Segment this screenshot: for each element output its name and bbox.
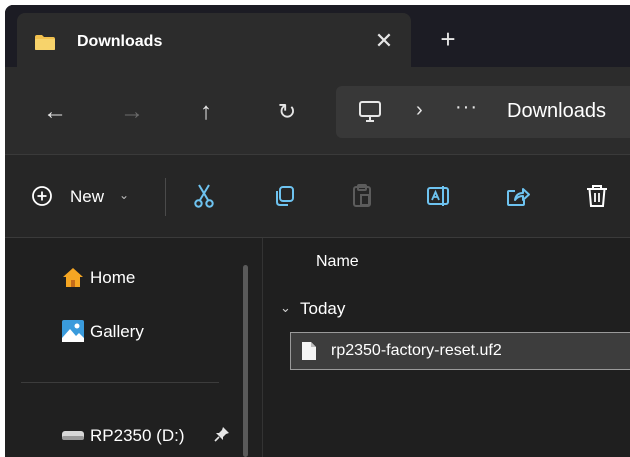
close-tab-icon[interactable]: ✕ (371, 28, 397, 54)
cut-icon[interactable] (191, 183, 217, 209)
sidebar-item-label: Gallery (90, 322, 144, 341)
file-row[interactable]: rp2350-factory-reset.uf2 (290, 332, 630, 370)
breadcrumb-separator-icon[interactable]: › (416, 99, 423, 122)
chevron-down-icon[interactable]: ⌄ (280, 300, 291, 316)
refresh-button[interactable]: ↻ (272, 97, 302, 127)
pane-separator (21, 382, 219, 383)
drive-icon (62, 431, 84, 440)
folder-icon (35, 35, 55, 50)
file-explorer-window: Downloads ✕ + ← → ↑ ↻ › ··· Downloads Ne… (5, 5, 630, 457)
sidebar-item-label: RP2350 (D:) (90, 426, 185, 445)
breadcrumb-downloads[interactable]: Downloads (507, 100, 606, 123)
computer-icon[interactable] (357, 99, 383, 125)
copy-icon[interactable] (271, 183, 297, 209)
command-divider (165, 178, 166, 216)
address-bar[interactable]: › ··· Downloads (336, 86, 630, 138)
pane-scrollbar[interactable] (243, 265, 248, 457)
paste-icon[interactable] (349, 183, 375, 209)
navigation-pane: Home Gallery RP2350 (D:) (5, 238, 262, 457)
column-header-name[interactable]: Name (316, 253, 359, 271)
new-tab-button[interactable]: + (435, 26, 461, 52)
rename-icon[interactable] (426, 183, 452, 209)
home-icon (63, 268, 83, 287)
tab-strip: Downloads ✕ + (5, 5, 630, 67)
up-button[interactable]: ↑ (191, 97, 221, 127)
pin-icon[interactable] (214, 426, 230, 442)
sidebar-item-label: Home (90, 268, 136, 287)
tab-downloads[interactable]: Downloads ✕ (17, 13, 411, 67)
group-label-today[interactable]: Today (300, 299, 345, 319)
file-name: rp2350-factory-reset.uf2 (331, 342, 502, 359)
share-icon[interactable] (505, 183, 531, 209)
chevron-down-icon: ⌄ (119, 188, 130, 202)
new-button[interactable]: New ⌄ (31, 183, 151, 209)
forward-button[interactable]: → (117, 97, 147, 127)
breadcrumb-more-button[interactable]: ··· (455, 96, 478, 119)
file-list: Name ⌄ Today rp2350-factory-reset.uf2 (263, 238, 630, 457)
navigation-bar: ← → ↑ ↻ › ··· Downloads (5, 67, 630, 155)
back-button[interactable]: ← (40, 97, 70, 127)
tab-title: Downloads (77, 33, 163, 50)
file-icon (302, 342, 316, 360)
command-bar: New ⌄ (5, 155, 630, 238)
add-circle-icon (32, 186, 52, 206)
delete-icon[interactable] (584, 183, 610, 209)
new-button-label: New (70, 187, 105, 206)
gallery-icon (62, 320, 84, 342)
